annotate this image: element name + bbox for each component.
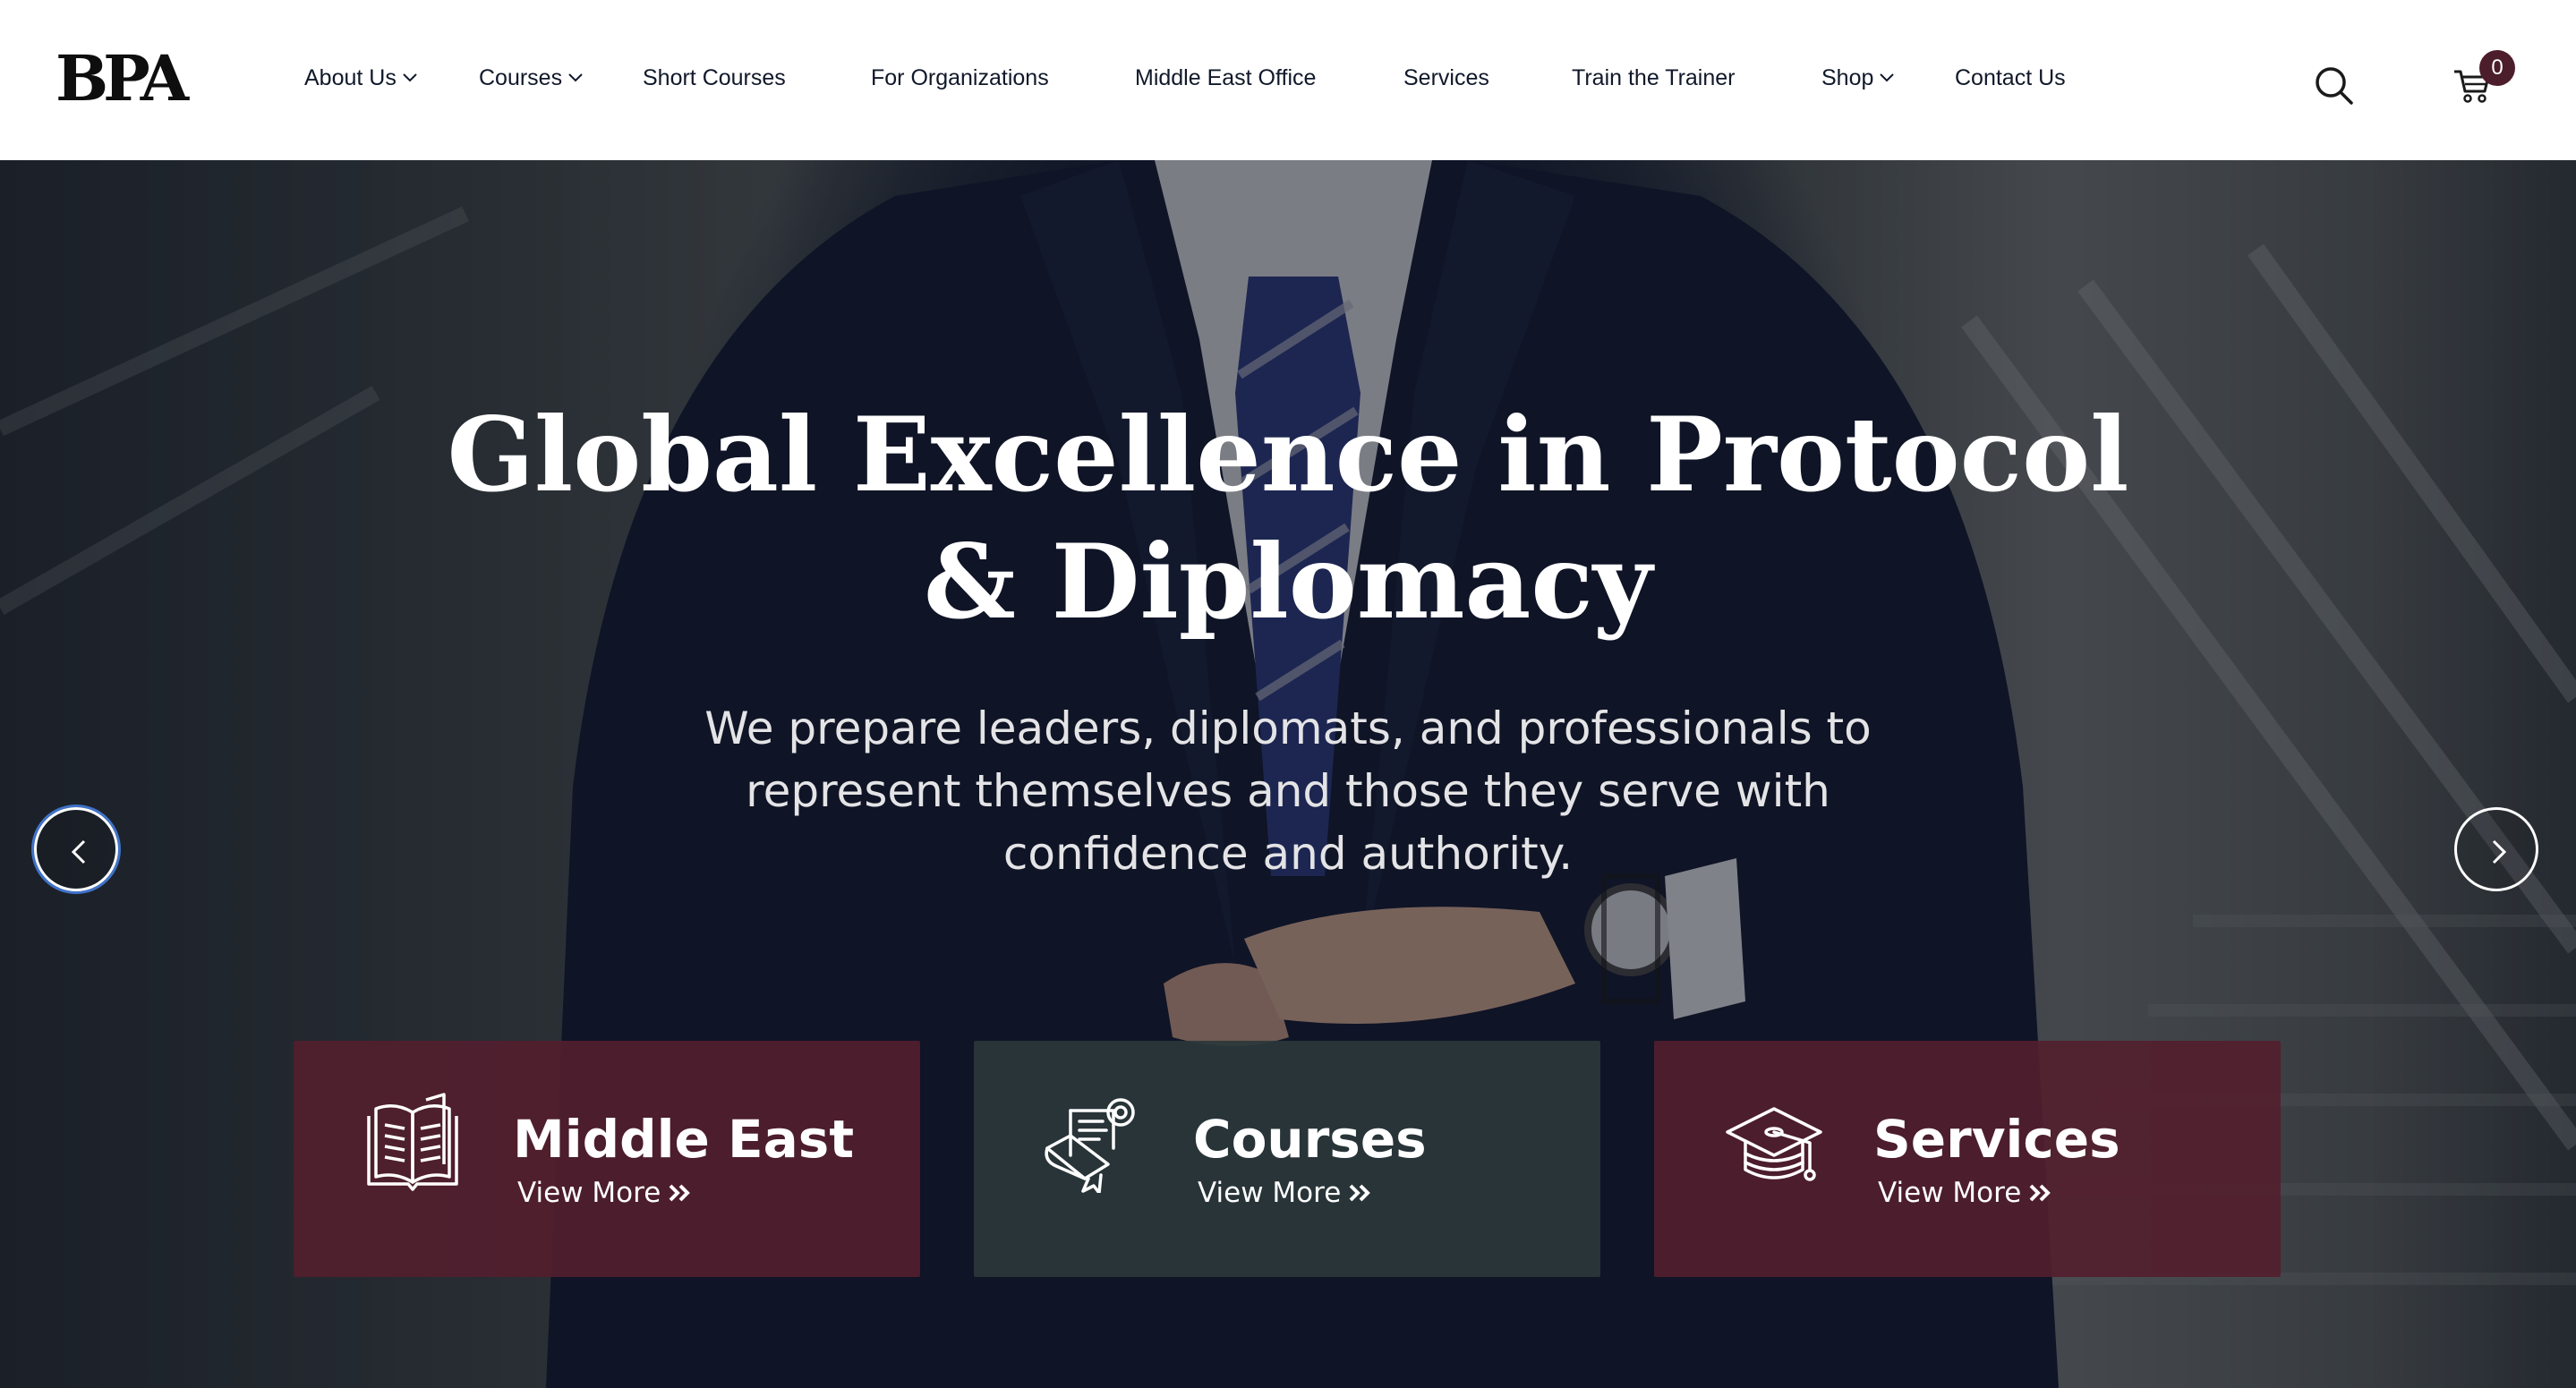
graduation-cap-icon: [1726, 1107, 1822, 1181]
card-title: Services: [1873, 1109, 2120, 1170]
chevron-right-icon: [2492, 839, 2507, 864]
nav-item-label: Middle East Office: [1135, 65, 1317, 90]
nav-item-middle-east-office[interactable]: Middle East Office: [1135, 63, 1316, 93]
nav-item-for-organizations[interactable]: For Organizations: [871, 63, 1049, 93]
double-chevron-right-icon: [2029, 1184, 2051, 1201]
certificate-icon: [1045, 1098, 1135, 1193]
nav-item-about-us[interactable]: About Us: [304, 63, 418, 93]
nav-item-label: Train the Trainer: [1572, 65, 1736, 90]
nav-item-courses[interactable]: Courses: [479, 63, 584, 93]
card-courses[interactable]: Courses View More: [974, 1041, 1600, 1277]
card-title: Courses: [1193, 1109, 1427, 1170]
nav-item-label: Courses: [479, 65, 563, 90]
chevron-down-icon: [403, 73, 417, 82]
chevron-down-icon: [1880, 73, 1895, 82]
nav-item-shop[interactable]: Shop: [1821, 63, 1895, 93]
double-chevron-right-icon: [1349, 1184, 1371, 1201]
nav-item-short-courses[interactable]: Short Courses: [643, 63, 786, 93]
card-middle-east[interactable]: Middle East View More: [294, 1041, 920, 1277]
nav-item-label: Shop: [1821, 65, 1874, 90]
slider-next-button[interactable]: [2454, 807, 2538, 891]
card-title: Middle East: [513, 1109, 855, 1170]
nav-item-label: Services: [1403, 65, 1489, 90]
view-more-link[interactable]: View More: [1878, 1175, 2051, 1211]
main-nav: About Us Courses Short Courses For Organ…: [0, 0, 2576, 160]
card-services[interactable]: Services View More: [1654, 1041, 2281, 1277]
chevron-left-icon: [71, 839, 86, 864]
nav-item-label: About Us: [304, 65, 397, 90]
nav-item-label: Contact Us: [1955, 65, 2066, 90]
nav-item-services[interactable]: Services: [1403, 63, 1489, 93]
double-chevron-right-icon: [669, 1184, 691, 1201]
nav-item-contact-us[interactable]: Contact Us: [1955, 63, 2066, 93]
hero-subtitle: We prepare leaders, diplomats, and profe…: [704, 703, 1872, 880]
site-header: BPA About Us Courses Short Courses For O…: [0, 0, 2576, 160]
slider-prev-button[interactable]: [34, 807, 118, 891]
search-icon[interactable]: [2315, 66, 2354, 106]
view-more-link[interactable]: View More: [517, 1175, 691, 1211]
view-more-link[interactable]: View More: [1198, 1175, 1371, 1211]
cart-count-badge: 0: [2479, 50, 2515, 86]
view-more-label: View More: [1878, 1177, 2022, 1209]
open-book-icon: [367, 1093, 458, 1191]
chevron-down-icon: [568, 73, 583, 82]
view-more-label: View More: [1198, 1177, 1342, 1209]
hero-title: Global Excellence in Protocol & Diplomac…: [447, 395, 2129, 642]
nav-item-label: Short Courses: [643, 65, 786, 90]
view-more-label: View More: [517, 1177, 661, 1209]
nav-item-train-the-trainer[interactable]: Train the Trainer: [1572, 63, 1735, 93]
nav-item-label: For Organizations: [871, 65, 1049, 90]
